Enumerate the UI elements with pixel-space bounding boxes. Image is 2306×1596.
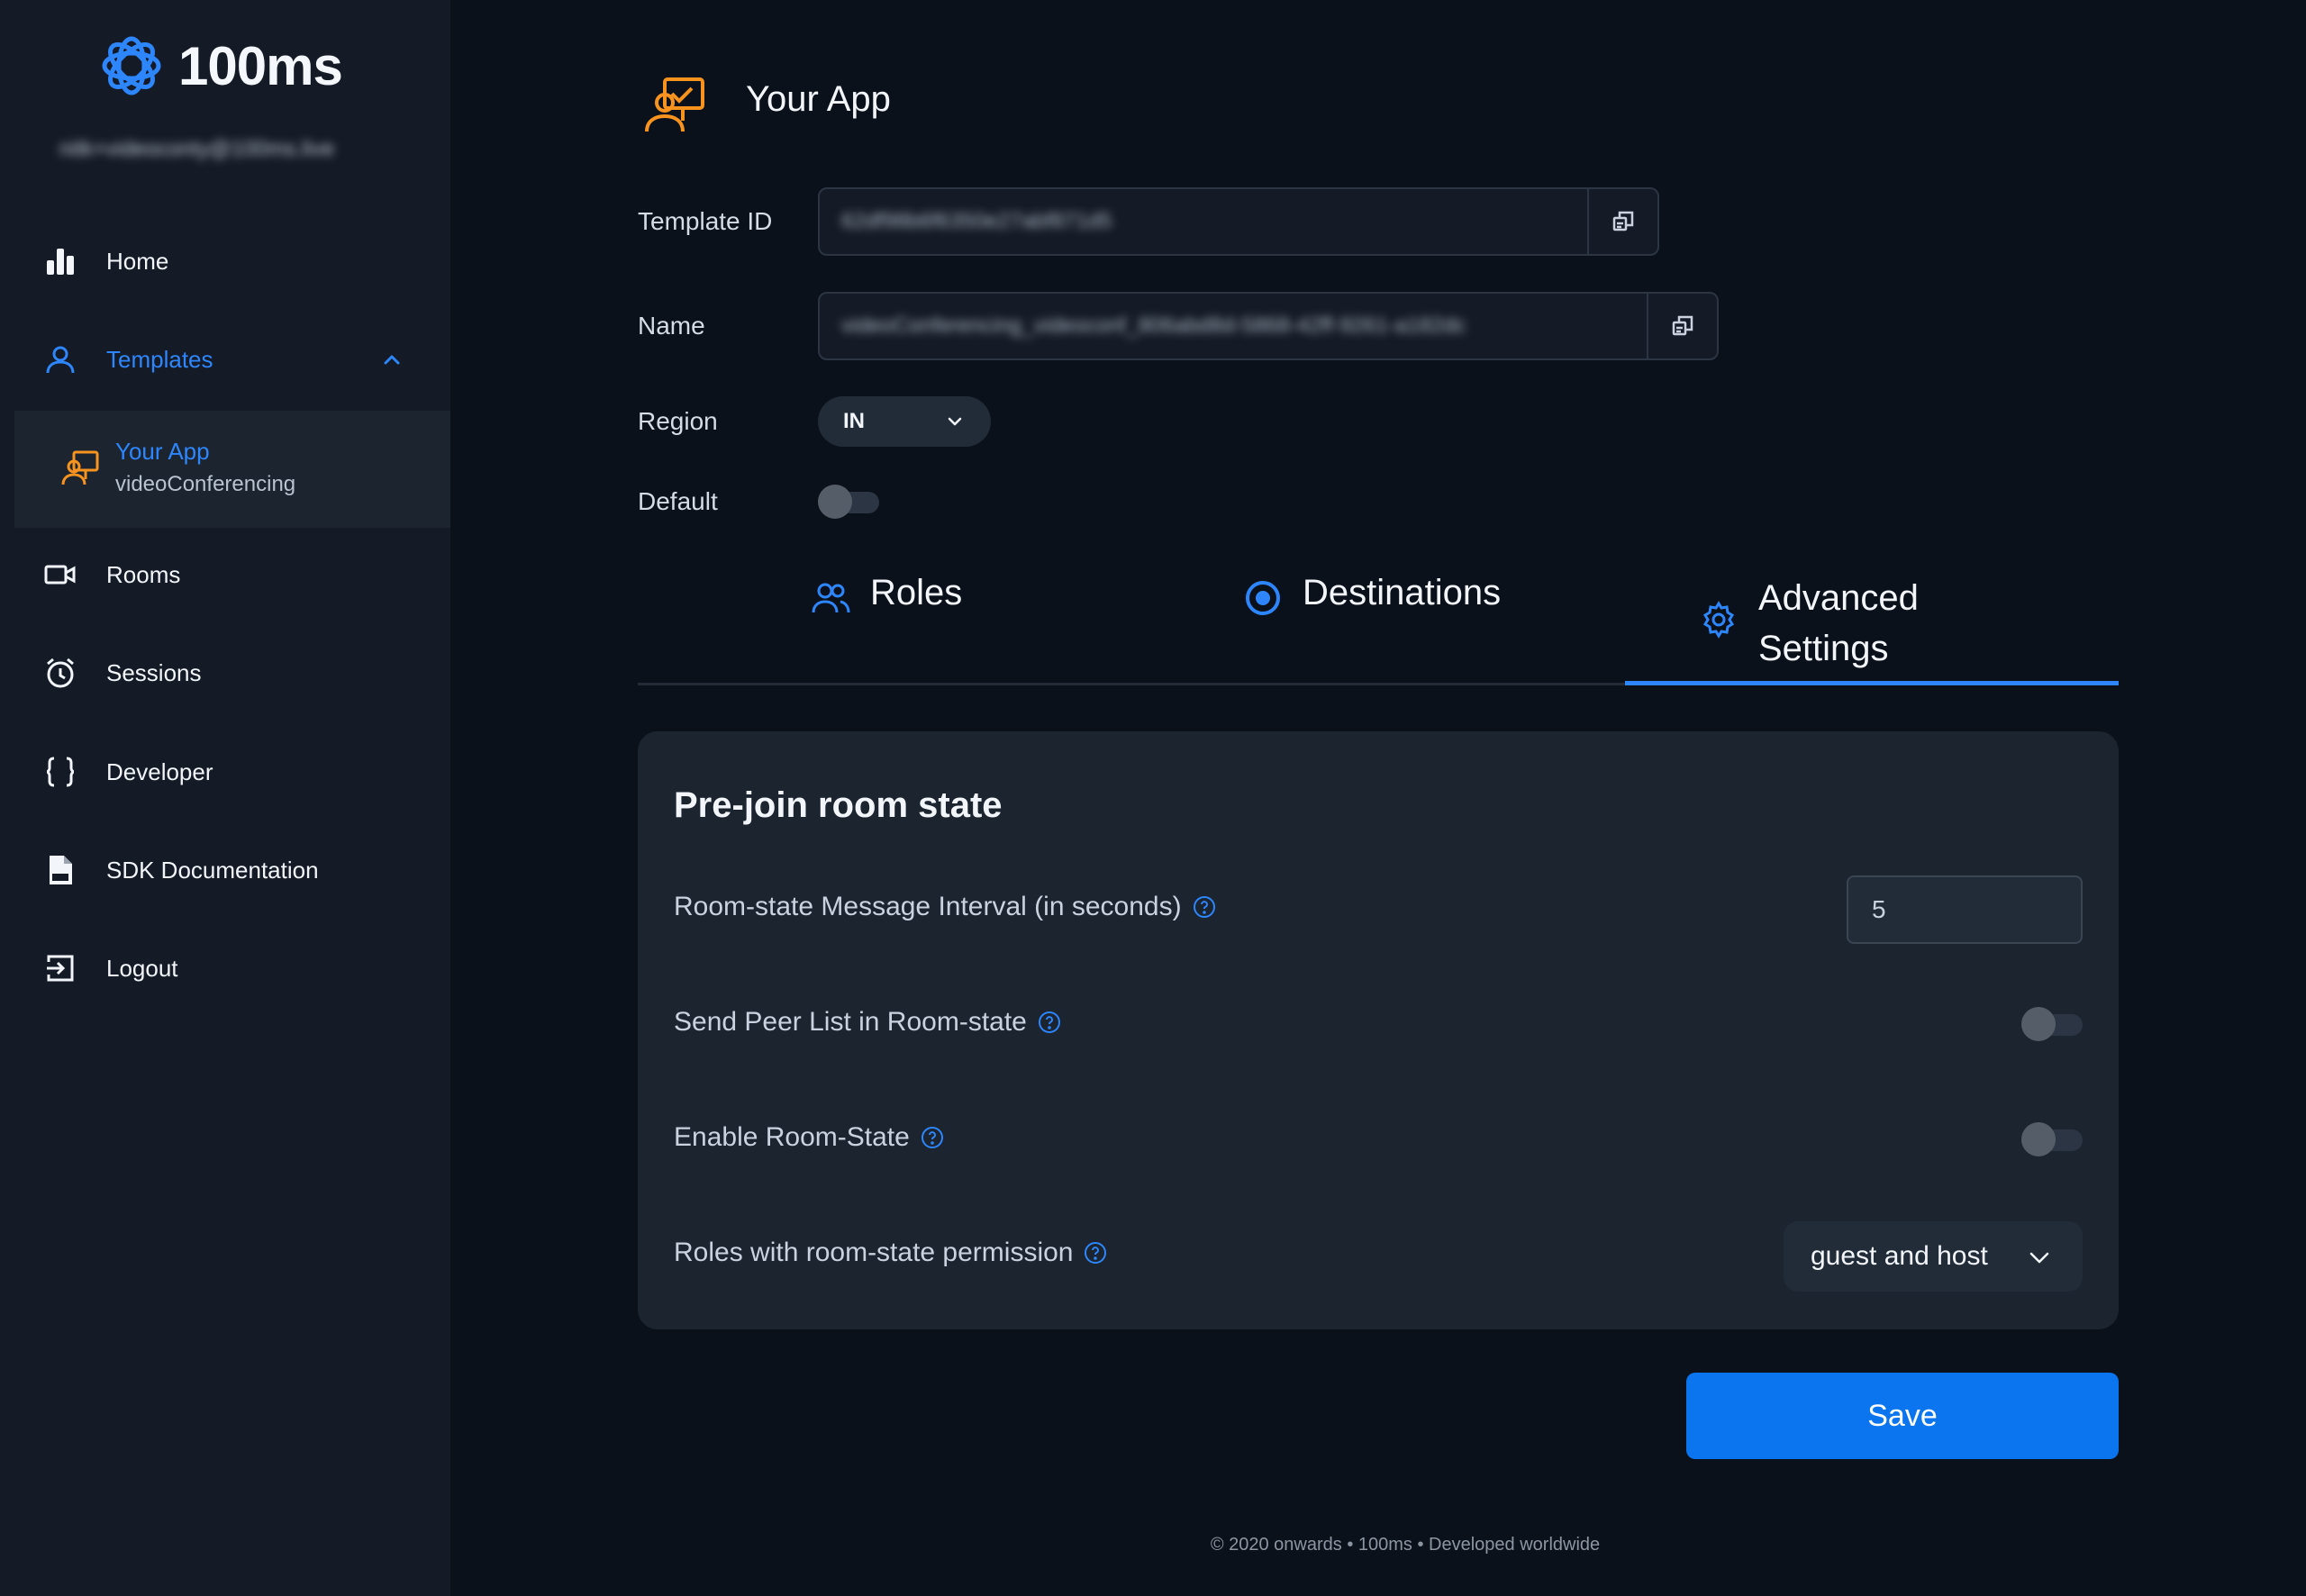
send-peer-list-label: Send Peer List in Room-state — [674, 1007, 1027, 1037]
interval-label: Room-state Message Interval (in seconds) — [674, 892, 1182, 921]
roles-permission-select[interactable]: guest and host — [1784, 1221, 2083, 1292]
copy-icon — [1612, 211, 1634, 231]
sidebar-item-templates[interactable]: Templates — [43, 337, 213, 382]
tab-label: Advanced Settings — [1758, 573, 1919, 674]
copy-template-id-button[interactable] — [1587, 189, 1657, 254]
template-id-value: 62df98b6f6350e27abf871d5 — [841, 209, 1112, 233]
user-icon — [43, 342, 77, 376]
sidebar-item-label: Home — [106, 247, 169, 275]
sidebar-item-home[interactable]: Home — [43, 239, 168, 284]
app-presenter-icon — [645, 77, 704, 132]
help-icon[interactable] — [1084, 1241, 1107, 1265]
toggle-knob — [2021, 1122, 2056, 1156]
send-peer-list-setting: Send Peer List in Room-state — [674, 1007, 1061, 1038]
radio-target-icon — [1246, 581, 1280, 615]
region-value: IN — [843, 409, 865, 433]
sidebar-item-label: Sessions — [106, 658, 202, 686]
enable-room-state-toggle[interactable] — [2021, 1122, 2083, 1156]
sub-item-title: Your App — [115, 438, 210, 465]
logo-icon — [102, 36, 161, 95]
footer-text: © 2020 onwards • 100ms • Developed world… — [1210, 1535, 1601, 1555]
tab-label: Roles — [870, 573, 963, 612]
active-tab-indicator — [1625, 681, 2119, 685]
help-icon[interactable] — [1193, 895, 1216, 919]
save-button[interactable]: Save — [1686, 1373, 2119, 1459]
tab-advanced-settings[interactable]: Advanced Settings — [1699, 573, 1919, 674]
doc-file-icon — [43, 853, 77, 887]
sidebar-item-rooms[interactable]: Rooms — [43, 552, 180, 597]
card-title: Pre-join room state — [674, 785, 1003, 825]
name-label: Name — [638, 312, 705, 340]
brand-logo[interactable]: 100ms — [97, 29, 343, 103]
bar-chart-icon — [43, 244, 77, 278]
name-field[interactable]: videoConferencing_videoconf_806abd8d-586… — [818, 292, 1719, 360]
roles-permission-value: guest and host — [1811, 1241, 1988, 1271]
tab-destinations[interactable]: Destinations — [1243, 573, 1501, 618]
chevron-up-icon[interactable] — [378, 346, 405, 373]
footer: © 2020 onwards • 100ms • Developed world… — [0, 1535, 2306, 1555]
sidebar-item-logout[interactable]: Logout — [43, 946, 178, 991]
tab-roles[interactable]: Roles — [811, 573, 962, 618]
chevron-down-icon — [2029, 1252, 2049, 1264]
logout-icon — [43, 951, 77, 985]
chevron-down-icon — [948, 417, 962, 426]
sidebar-item-label: Developer — [106, 757, 213, 785]
video-camera-icon — [43, 558, 77, 592]
roles-permission-label: Roles with room-state permission — [674, 1238, 1074, 1267]
region-select[interactable]: IN — [818, 396, 991, 447]
app-presenter-icon — [61, 450, 99, 485]
enable-room-state-label: Enable Room-State — [674, 1122, 910, 1152]
page-title: Your App — [746, 79, 891, 119]
alarm-clock-icon — [43, 656, 77, 690]
sidebar-item-developer[interactable]: Developer — [43, 749, 213, 794]
brand-name: 100ms — [178, 35, 343, 96]
help-icon[interactable] — [1038, 1011, 1061, 1034]
region-label: Region — [638, 407, 718, 435]
interval-setting: Room-state Message Interval (in seconds) — [674, 892, 1216, 922]
help-icon[interactable] — [921, 1126, 944, 1149]
name-value: videoConferencing_videoconf_806abd8d-586… — [841, 313, 1466, 338]
sub-item-subtitle: videoConferencing — [115, 472, 296, 496]
curly-braces-icon — [43, 755, 77, 789]
roles-permission-setting: Roles with room-state permission — [674, 1238, 1107, 1268]
sidebar-item-sdk-documentation[interactable]: SDK Documentation — [43, 848, 319, 893]
sidebar: 100ms nitk+videoconty@100ms.live Home Te… — [0, 0, 450, 1596]
sidebar-subitem-your-app[interactable]: Your App videoConferencing — [14, 411, 450, 528]
default-toggle[interactable] — [818, 485, 879, 519]
toggle-knob — [2021, 1007, 2056, 1041]
interval-input[interactable]: 5 — [1847, 875, 2083, 944]
tab-label-line2: Settings — [1758, 629, 1889, 668]
template-id-field[interactable]: 62df98b6f6350e27abf871d5 — [818, 187, 1659, 256]
sidebar-item-sessions[interactable]: Sessions — [43, 650, 202, 695]
sidebar-item-label: SDK Documentation — [106, 856, 319, 884]
gear-icon — [1702, 601, 1735, 639]
tab-label: Destinations — [1303, 573, 1502, 612]
template-id-label: Template ID — [638, 207, 773, 235]
default-label: Default — [638, 487, 718, 515]
send-peer-list-toggle[interactable] — [2021, 1007, 2083, 1041]
copy-icon — [1672, 315, 1693, 336]
enable-room-state-setting: Enable Room-State — [674, 1122, 944, 1153]
sidebar-item-label: Logout — [106, 954, 178, 982]
sidebar-item-label: Rooms — [106, 560, 181, 588]
sidebar-item-label: Templates — [106, 345, 213, 373]
room-state-settings-card: Pre-join room state Room-state Message I… — [638, 731, 2119, 1329]
toggle-knob — [818, 485, 852, 519]
tab-label-line1: Advanced — [1758, 578, 1919, 618]
users-icon — [812, 583, 850, 613]
copy-name-button[interactable] — [1647, 294, 1717, 358]
user-email: nitk+videoconty@100ms.live — [59, 137, 335, 161]
